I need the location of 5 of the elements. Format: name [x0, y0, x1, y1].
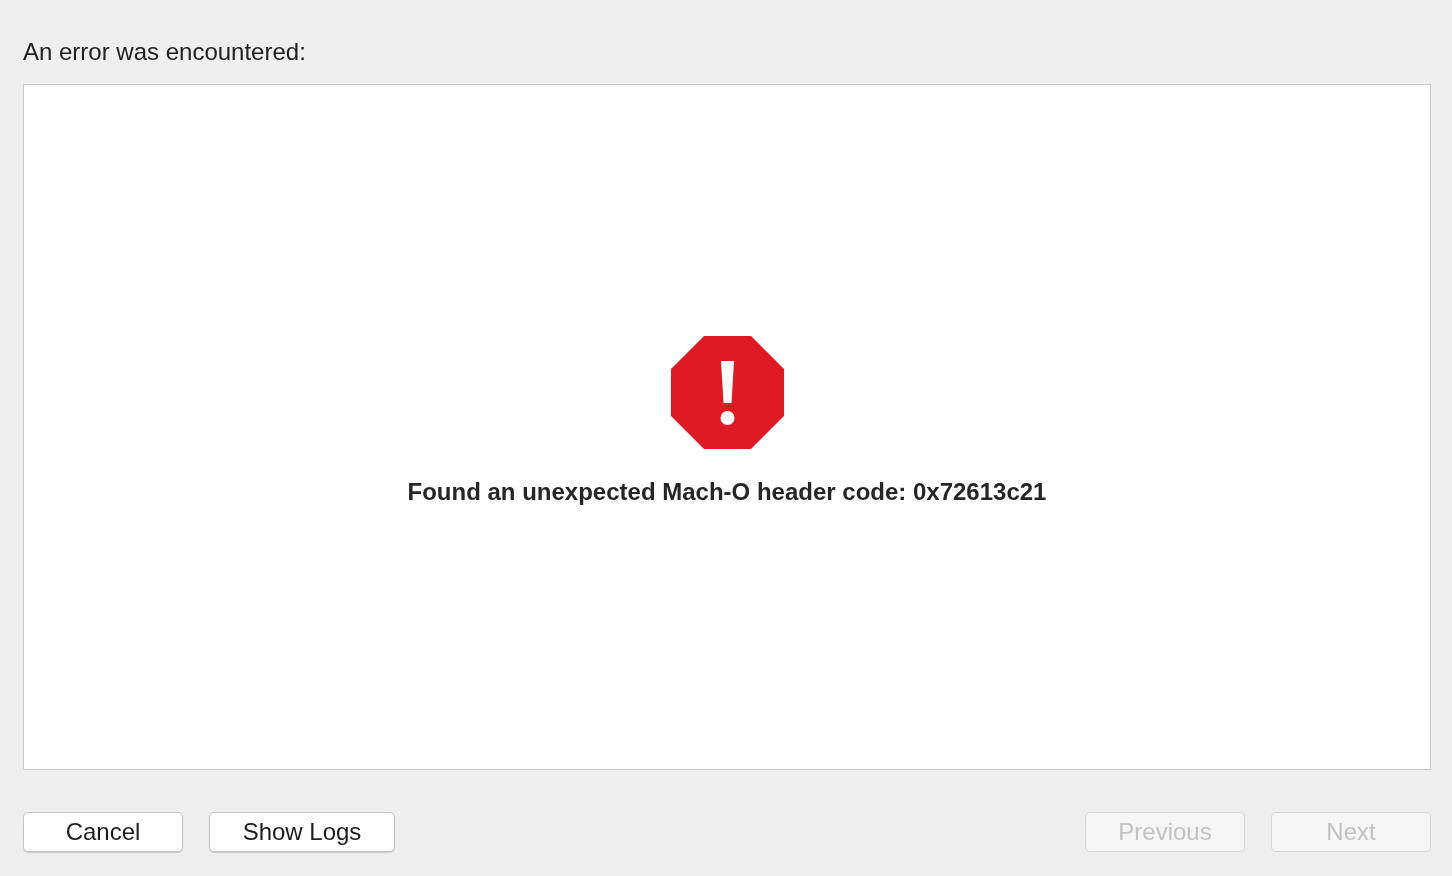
dialog-button[interactable]: Cancel: [23, 812, 183, 852]
dialog-button[interactable]: Show Logs: [209, 812, 395, 852]
error-message: Found an unexpected Mach-O header code: 0x72613c21: [407, 476, 1047, 507]
stop-sign-icon: [670, 335, 784, 449]
heading: An error was encountered:: [23, 37, 306, 67]
